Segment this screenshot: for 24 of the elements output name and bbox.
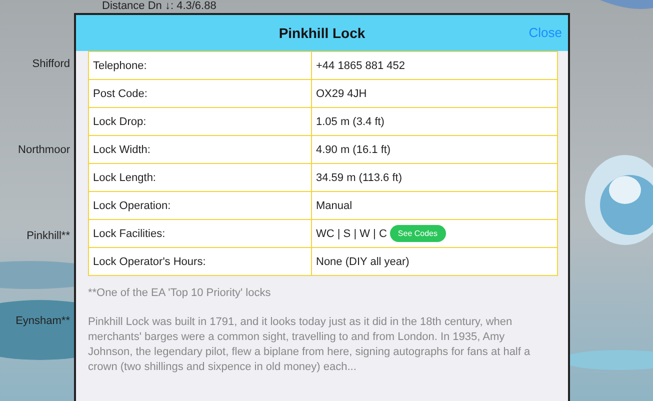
dialog-title: Pinkhill Lock [278,25,366,41]
field-value: Manual [312,192,558,220]
lock-name[interactable]: Eynsham** [16,315,74,401]
field-label: Lock Drop: [88,108,312,136]
field-value: None (DIY all year) [312,248,558,276]
description: Pinkhill Lock was built in 1791, and it looks today just as it did in the 18th century, when merchants' barges were a common sight, travelling to and from London. In 1935, Amy Johnson, the legendary pilot, flew a biplane from here, signing autographs for fans at half a crown (two shillings and sixpence in old money) each... [88,315,532,375]
field-label: Lock Length: [88,164,312,192]
field-label: Lock Operator's Hours: [88,248,312,276]
field-value: +44 1865 881 452 [312,52,558,80]
lock-name[interactable]: Pinkhill** [26,230,74,316]
field-value: 34.59 m (113.6 ft) [312,164,558,192]
distance-label: Distance Dn ↓: 4.3/6.88 [101,0,216,13]
field-value: 1.05 m (3.4 ft) [312,108,558,136]
field-label: Lock Width: [88,136,312,164]
footnote: **One of the EA 'Top 10 Priority' locks [88,287,272,299]
lock-name[interactable]: Shifford [32,58,74,144]
field-value: OX29 4JH [312,80,558,108]
field-value: 4.90 m (16.1 ft) [312,136,558,164]
field-value: WC | S | W | C [316,228,387,240]
field-label: Telephone: [88,52,312,80]
field-label: Post Code: [88,80,312,108]
field-label: Lock Facilities: [88,220,312,248]
lock-name[interactable]: Northmoor [18,144,74,230]
field-label: Lock Operation: [88,192,312,220]
